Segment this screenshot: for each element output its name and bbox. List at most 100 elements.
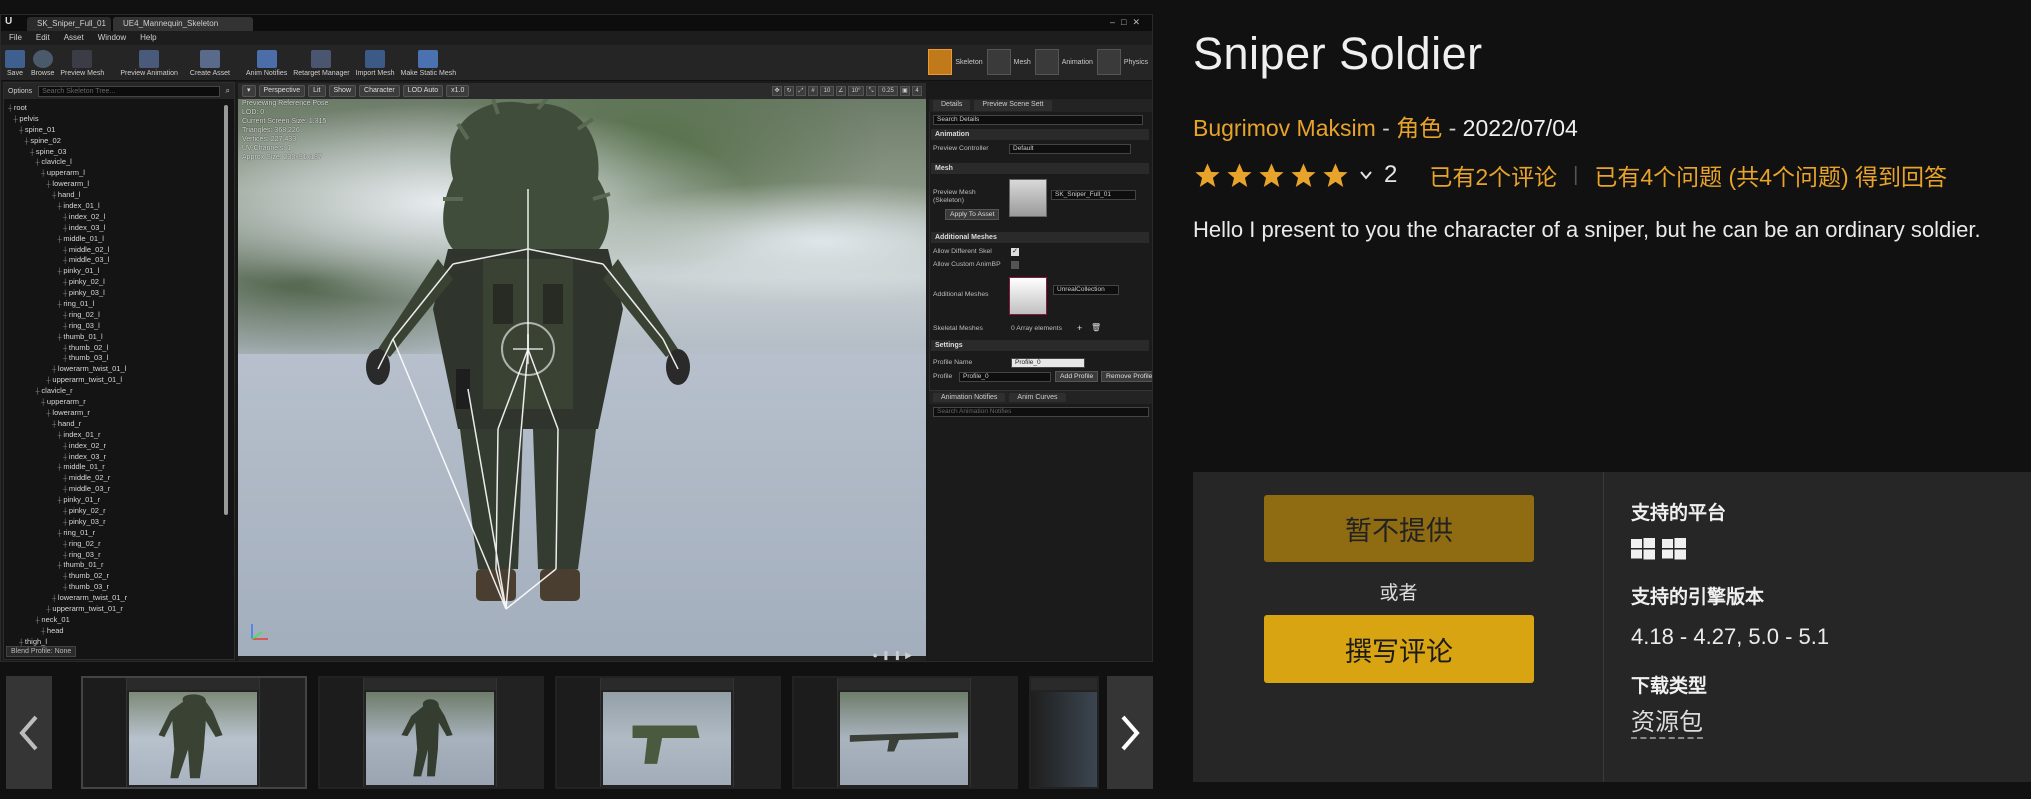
bone-item[interactable]: index_02_l — [4, 211, 234, 222]
mode-skeleton[interactable]: Skeleton — [928, 49, 983, 75]
bone-item[interactable]: pelvis — [4, 113, 234, 124]
bone-item[interactable]: head — [4, 625, 234, 636]
allow-different-skeletons-checkbox[interactable]: ✓ — [1011, 248, 1019, 256]
apply-to-asset-button[interactable]: Apply To Asset — [945, 209, 1000, 220]
bone-item[interactable]: pinky_01_r — [4, 494, 234, 505]
add-profile-button[interactable]: Add Profile — [1055, 371, 1099, 382]
bone-item[interactable]: spine_01 — [4, 124, 234, 135]
tool-make-static-mesh[interactable]: Make Static Mesh — [401, 50, 456, 77]
bone-item[interactable]: spine_02 — [4, 135, 234, 146]
bone-item[interactable]: index_01_l — [4, 200, 234, 211]
editor-tab-mesh[interactable]: SK_Sniper_Full_01 — [27, 17, 111, 31]
tool-preview-mesh[interactable]: Preview Mesh — [60, 50, 104, 77]
viewport-show-button[interactable]: Show — [328, 85, 357, 97]
translate-icon[interactable]: ✥ — [772, 86, 782, 96]
mode-mesh[interactable]: Mesh — [986, 49, 1031, 75]
mode-physics[interactable]: Physics — [1096, 49, 1148, 75]
scale-icon[interactable]: ⤢ — [796, 86, 806, 96]
menu-edit[interactable]: Edit — [36, 33, 50, 43]
bone-item[interactable]: lowerarm_twist_01_r — [4, 592, 234, 603]
bone-item[interactable]: clavicle_l — [4, 156, 234, 167]
tab-animation-notifies[interactable]: Animation Notifies — [933, 393, 1006, 402]
tool-preview-animation[interactable]: Preview Animation — [120, 50, 178, 77]
bone-item[interactable]: ring_02_r — [4, 538, 234, 549]
tool-anim-notifies[interactable]: Anim Notifies — [246, 50, 287, 77]
profile-dropdown[interactable]: Profile_0 — [959, 372, 1051, 382]
chevron-down-icon[interactable] — [1358, 167, 1374, 183]
thumbnail-3[interactable] — [555, 676, 781, 789]
bone-item[interactable]: lowerarm_twist_01_l — [4, 363, 234, 374]
bone-item[interactable]: hand_r — [4, 418, 234, 429]
bone-item[interactable]: middle_01_r — [4, 461, 234, 472]
bone-item[interactable]: index_02_r — [4, 440, 234, 451]
bone-item[interactable]: hand_l — [4, 189, 234, 200]
scale-snap-icon[interactable]: ⤡ — [866, 86, 876, 96]
allow-custom-animbp-checkbox[interactable] — [1011, 261, 1019, 269]
grid-snap-value[interactable]: 10 — [820, 86, 834, 96]
menu-file[interactable]: File — [9, 33, 22, 43]
tool-create-asset[interactable]: Create Asset — [190, 50, 230, 77]
3d-viewport[interactable]: Previewing Reference Pose LOD: 0 Current… — [238, 99, 926, 656]
profile-name-input[interactable]: Profile_0 — [1011, 358, 1085, 368]
viewport-character-button[interactable]: Character — [359, 85, 400, 97]
menu-asset[interactable]: Asset — [64, 33, 84, 43]
viewport-lod-button[interactable]: LOD Auto — [402, 85, 444, 97]
playback-controls[interactable]: ●❚❚▶ — [873, 650, 916, 661]
menu-window[interactable]: Window — [98, 33, 126, 43]
thumbnail-2[interactable] — [318, 676, 544, 789]
anim-notifies-search[interactable]: Search Animation Notifies — [933, 407, 1149, 417]
section-mesh[interactable]: Mesh — [931, 163, 1149, 174]
bone-item[interactable]: lowerarm_l — [4, 178, 234, 189]
prev-button[interactable] — [6, 676, 52, 789]
bone-item[interactable]: middle_03_l — [4, 254, 234, 265]
bone-item[interactable]: middle_03_r — [4, 483, 234, 494]
thumbnail-4[interactable] — [792, 676, 1018, 789]
bone-item[interactable]: thumb_03_r — [4, 581, 234, 592]
camera-speed-icon[interactable]: ▣ — [900, 86, 910, 96]
thumbnail-5[interactable] — [1029, 676, 1099, 789]
menu-help[interactable]: Help — [140, 33, 156, 43]
bone-item[interactable]: ring_01_l — [4, 298, 234, 309]
next-button[interactable] — [1107, 676, 1153, 789]
bone-item[interactable]: index_03_r — [4, 451, 234, 462]
tab-details[interactable]: Details — [933, 100, 971, 111]
window-controls[interactable]: –□✕ — [1110, 17, 1146, 28]
bone-item[interactable]: thigh_l — [4, 636, 234, 647]
category-link[interactable]: 角色 — [1396, 115, 1442, 141]
scale-snap-value[interactable]: 0.25 — [878, 86, 898, 96]
bone-item[interactable]: ring_02_l — [4, 309, 234, 320]
download-type-value[interactable]: 资源包 — [1631, 709, 1703, 739]
bone-item[interactable]: ring_03_l — [4, 320, 234, 331]
tab-anim-curves[interactable]: Anim Curves — [1009, 393, 1066, 402]
details-search[interactable]: Search Details — [933, 115, 1143, 125]
tree-options-button[interactable]: Options — [8, 88, 32, 95]
bone-item[interactable]: thumb_03_l — [4, 352, 234, 363]
reviews-link[interactable]: 已有2个评论 — [1429, 158, 1557, 192]
section-additional-meshes[interactable]: Additional Meshes — [931, 232, 1149, 243]
viewport-menu-button[interactable]: ▾ — [242, 85, 256, 97]
bone-item[interactable]: index_03_l — [4, 222, 234, 233]
bone-item[interactable]: neck_01 — [4, 614, 234, 625]
author-link[interactable]: Bugrimov Maksim — [1193, 115, 1376, 141]
bone-item[interactable]: root — [4, 102, 234, 113]
bone-item[interactable]: clavicle_r — [4, 385, 234, 396]
tool-retarget-manager[interactable]: Retarget Manager — [293, 50, 350, 77]
tab-preview-scene-settings[interactable]: Preview Scene Sett — [974, 100, 1052, 111]
questions-link[interactable]: 已有4个问题 (共4个问题) 得到回答 — [1594, 158, 1947, 192]
camera-speed-value[interactable]: 4 — [912, 86, 922, 96]
delete-icon[interactable]: 🗑 — [1091, 323, 1101, 332]
tool-save[interactable]: Save — [5, 50, 25, 77]
bone-item[interactable]: middle_01_l — [4, 233, 234, 244]
bone-item[interactable]: spine_03 — [4, 146, 234, 157]
bone-item[interactable]: thumb_01_l — [4, 331, 234, 342]
main-screenshot[interactable]: U SK_Sniper_Full_01 UE4_Mannequin_Skelet… — [0, 14, 1153, 662]
bone-item[interactable]: pinky_03_r — [4, 516, 234, 527]
write-review-button[interactable]: 撰写评论 — [1264, 615, 1534, 683]
thumbnail-1[interactable] — [81, 676, 307, 789]
bone-item[interactable]: middle_02_r — [4, 472, 234, 483]
tool-import-mesh[interactable]: Import Mesh — [356, 50, 395, 77]
preview-mesh-dropdown[interactable]: SK_Sniper_Full_01 — [1051, 190, 1136, 200]
bone-item[interactable]: upperarm_l — [4, 167, 234, 178]
angle-snap-value[interactable]: 10° — [848, 86, 864, 96]
rotate-icon[interactable]: ↻ — [784, 86, 794, 96]
